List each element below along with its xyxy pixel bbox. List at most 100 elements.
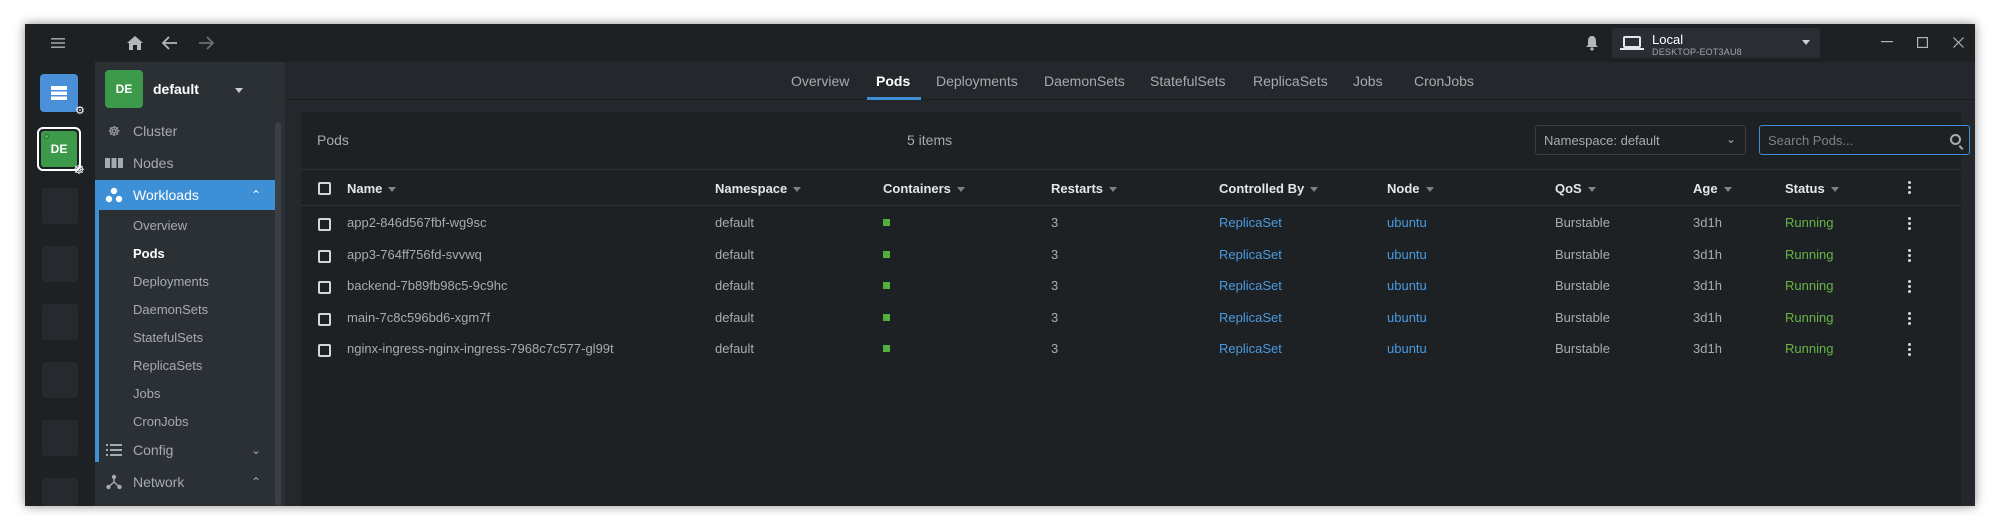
pod-age: 3d1h <box>1693 309 1722 325</box>
hotbar-empty-slot[interactable] <box>42 478 78 506</box>
container-status-indicator <box>883 250 890 258</box>
table-row[interactable]: app2-846d567fbf-wg9sc default 3 ReplicaSet u… <box>301 207 1961 239</box>
container-status-indicator <box>883 345 890 352</box>
sidebar-subitem-statefulsets[interactable]: StatefulSets <box>133 330 203 345</box>
pod-controlled-by-link[interactable]: ReplicaSet <box>1219 215 1282 230</box>
tab-statefulsets[interactable]: StatefulSets <box>1150 73 1226 89</box>
laptop-icon <box>1620 36 1644 50</box>
pod-controlled-by-link[interactable]: ReplicaSet <box>1219 278 1282 293</box>
search-box[interactable] <box>1759 125 1970 155</box>
pod-controlled-by-link[interactable]: ReplicaSet <box>1219 247 1282 262</box>
pod-node-link[interactable]: ubuntu <box>1387 278 1427 293</box>
tab-deployments[interactable]: Deployments <box>936 73 1018 89</box>
catalog-button[interactable] <box>40 74 78 112</box>
cluster-selector[interactable]: Local DESKTOP-EOT3AU8 <box>1612 28 1820 58</box>
close-icon[interactable] <box>1946 30 1970 54</box>
table-row[interactable]: main-7c8c596bd6-xgm7f default 3 ReplicaSet u… <box>301 302 1961 334</box>
pod-node-link[interactable]: ubuntu <box>1387 247 1427 262</box>
pod-controlled-by-link[interactable]: ReplicaSet <box>1219 310 1282 325</box>
row-checkbox[interactable] <box>318 281 331 294</box>
tab-jobs[interactable]: Jobs <box>1353 73 1383 89</box>
arrow-left-icon[interactable] <box>159 32 181 54</box>
row-checkbox[interactable] <box>318 312 331 326</box>
minimize-icon[interactable] <box>1875 30 1899 54</box>
row-checkbox[interactable] <box>318 249 331 263</box>
sidebar-item-cluster[interactable]: ☸ Cluster <box>95 116 275 146</box>
column-header-node[interactable]: Node <box>1387 181 1434 196</box>
sidebar-item-network[interactable]: Network ⌃ <box>95 467 275 497</box>
row-checkbox[interactable] <box>318 344 331 357</box>
hotbar-empty-slot[interactable] <box>42 362 78 398</box>
tab-overview[interactable]: Overview <box>791 73 849 89</box>
hotbar-empty-slot[interactable] <box>42 246 78 282</box>
table-header: Name Namespace Containers Restarts Contr… <box>301 170 1961 206</box>
sidebar-item-label: Cluster <box>133 123 178 139</box>
sidebar-item-workloads[interactable]: Workloads ⌃ <box>95 180 275 210</box>
sidebar-subitem-deployments[interactable]: Deployments <box>133 274 209 289</box>
namespace-header[interactable]: DE default <box>95 62 285 114</box>
hotbar: ⚙ DE ☸ <box>25 62 95 506</box>
column-header-restarts[interactable]: Restarts <box>1051 181 1118 196</box>
sidebar-subitem-jobs[interactable]: Jobs <box>133 386 160 401</box>
sidebar-subitem-replicasets[interactable]: ReplicaSets <box>133 358 202 373</box>
pod-restarts: 3 <box>1051 341 1059 356</box>
arrow-right-icon[interactable] <box>195 32 217 54</box>
sidebar-item-nodes[interactable]: Nodes <box>95 148 275 178</box>
pod-status: Running <box>1785 246 1834 262</box>
sidebar-subitem-daemonsets[interactable]: DaemonSets <box>133 302 208 317</box>
title-bar: Local DESKTOP-EOT3AU8 <box>25 24 1975 62</box>
sidebar-subitem-cronjobs[interactable]: CronJobs <box>133 414 189 429</box>
hotbar-empty-slot[interactable] <box>42 188 78 224</box>
column-header-controlled-by[interactable]: Controlled By <box>1219 181 1319 196</box>
row-menu-icon[interactable] <box>1908 280 1912 295</box>
sidebar-subitem-pods[interactable]: Pods <box>133 246 165 261</box>
tab-cronjobs[interactable]: CronJobs <box>1414 73 1474 89</box>
table-row[interactable]: nginx-ingress-nginx-ingress-7968c7c577-g… <box>301 333 1961 365</box>
tab-replicasets[interactable]: ReplicaSets <box>1253 73 1328 89</box>
column-header-age[interactable]: Age <box>1693 181 1732 196</box>
pod-node-link[interactable]: ubuntu <box>1387 215 1427 230</box>
pod-restarts: 3 <box>1051 278 1059 293</box>
hotbar-empty-slot[interactable] <box>42 420 78 456</box>
caret-down-icon <box>1802 40 1810 45</box>
column-header-containers[interactable]: Containers <box>883 181 965 196</box>
row-checkbox[interactable] <box>318 218 331 231</box>
column-header-status[interactable]: Status <box>1785 181 1839 196</box>
maximize-icon[interactable] <box>1910 30 1934 54</box>
pod-restarts: 3 <box>1051 246 1059 262</box>
column-header-name[interactable]: Name <box>347 181 397 196</box>
column-header-qos[interactable]: QoS <box>1555 181 1596 196</box>
kubernetes-icon: ☸ <box>73 162 85 177</box>
hamburger-icon[interactable] <box>47 32 69 54</box>
pod-namespace: default <box>715 309 755 325</box>
sidebar-scrollbar[interactable] <box>275 122 281 506</box>
pod-node-link[interactable]: ubuntu <box>1387 341 1427 356</box>
tab-pods[interactable]: Pods <box>876 73 910 89</box>
pod-name: main-7c8c596bd6-xgm7f <box>347 309 491 325</box>
chevron-down-icon: ⌄ <box>250 443 261 457</box>
container-status-indicator <box>883 313 890 321</box>
home-icon[interactable] <box>124 32 146 54</box>
pod-age: 3d1h <box>1693 341 1722 356</box>
column-menu-icon[interactable] <box>1908 181 1912 196</box>
item-count: 5 items <box>907 132 953 148</box>
sidebar-subitem-overview[interactable]: Overview <box>133 218 187 233</box>
sidebar-item-config[interactable]: Config ⌄ <box>95 435 275 465</box>
chevron-down-icon: ⌄ <box>1725 132 1736 146</box>
hotbar-empty-slot[interactable] <box>42 304 78 340</box>
namespace-filter-value: Namespace: default <box>1544 133 1660 148</box>
search-input[interactable] <box>1760 126 1940 154</box>
bell-icon[interactable] <box>1581 32 1603 54</box>
row-menu-icon[interactable] <box>1908 217 1912 232</box>
row-menu-icon[interactable] <box>1908 248 1912 264</box>
pod-controlled-by-link[interactable]: ReplicaSet <box>1219 341 1282 356</box>
namespace-filter[interactable]: Namespace: default ⌄ <box>1535 125 1746 155</box>
row-menu-icon[interactable] <box>1908 343 1912 358</box>
tab-daemonsets[interactable]: DaemonSets <box>1044 73 1125 89</box>
table-row[interactable]: backend-7b89fb98c5-9c9hc default 3 ReplicaS… <box>301 270 1961 302</box>
select-all-checkbox[interactable] <box>318 182 331 195</box>
column-header-namespace[interactable]: Namespace <box>715 181 802 196</box>
table-row[interactable]: app3-764ff756fd-svvwq default 3 ReplicaSet u… <box>301 239 1961 271</box>
pod-node-link[interactable]: ubuntu <box>1387 310 1427 325</box>
row-menu-icon[interactable] <box>1908 311 1912 327</box>
